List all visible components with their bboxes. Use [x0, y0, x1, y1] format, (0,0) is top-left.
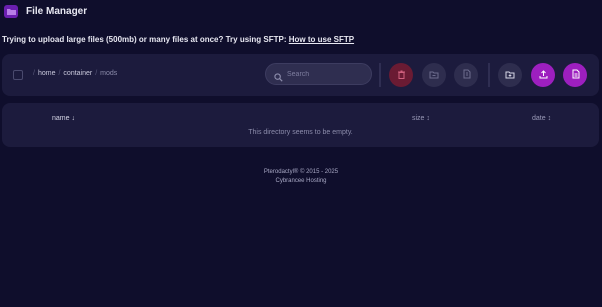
file-toolbar: / home / container / mods — [2, 54, 599, 96]
sort-desc-icon: ↓ — [71, 115, 75, 122]
column-header-label: size — [412, 115, 425, 122]
file-new-icon — [571, 66, 580, 84]
new-folder-button[interactable] — [498, 63, 522, 87]
breadcrumb-item-container[interactable]: container — [63, 70, 92, 77]
column-header-name[interactable]: name ↓ — [52, 115, 75, 122]
search-icon — [274, 69, 283, 87]
breadcrumb: / home / container / mods — [30, 70, 117, 77]
folder-move-icon — [429, 66, 439, 84]
archive-button[interactable] — [454, 63, 478, 87]
toolbar-divider — [488, 63, 490, 87]
toolbar-divider — [379, 63, 381, 87]
upload-icon — [539, 66, 548, 84]
column-header-label: name — [52, 115, 70, 122]
delete-button[interactable] — [389, 63, 413, 87]
select-all-checkbox[interactable] — [13, 70, 23, 80]
sftp-notice: Trying to upload large files (500mb) or … — [2, 35, 354, 44]
search-input[interactable] — [287, 67, 367, 81]
trash-icon — [397, 66, 406, 84]
breadcrumb-separator: / — [58, 70, 61, 77]
footer-copyright: Pterodactyl® © 2015 - 2025 — [263, 169, 339, 175]
sftp-notice-text: Trying to upload large files (500mb) or … — [2, 35, 287, 44]
footer: Pterodactyl® © 2015 - 2025 Cybrancee Hos… — [0, 168, 602, 186]
search-box[interactable] — [265, 63, 372, 85]
folder-icon — [4, 5, 18, 18]
upload-button[interactable] — [531, 63, 555, 87]
breadcrumb-separator: / — [95, 70, 98, 77]
page-title: File Manager — [26, 6, 88, 17]
footer-hosting: Cybrancee Hosting — [275, 178, 327, 184]
column-header-label: date — [532, 115, 546, 122]
folder-plus-icon — [505, 66, 515, 84]
new-file-button[interactable] — [563, 63, 587, 87]
sort-icon: ↕ — [426, 115, 430, 122]
column-header-date[interactable]: date ↕ — [532, 115, 551, 122]
sftp-help-link[interactable]: How to use SFTP — [289, 35, 354, 44]
sort-icon: ↕ — [547, 115, 552, 122]
empty-directory-message: This directory seems to be empty. — [248, 129, 353, 136]
file-table: name ↓ size ↕ date ↕ This directory seem… — [2, 103, 599, 147]
column-header-size[interactable]: size ↕ — [412, 115, 430, 122]
file-archive-icon — [462, 66, 471, 84]
breadcrumb-root: / — [33, 70, 35, 77]
move-button[interactable] — [422, 63, 446, 87]
header: File Manager — [0, 0, 602, 28]
breadcrumb-item-home[interactable]: home — [38, 70, 56, 77]
breadcrumb-item-mods: mods — [100, 70, 118, 77]
